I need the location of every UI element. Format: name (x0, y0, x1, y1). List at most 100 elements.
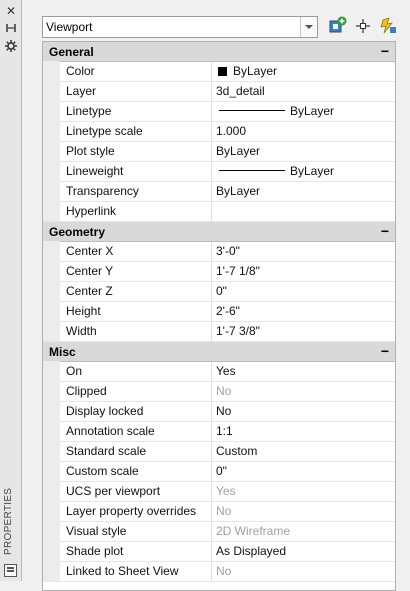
section-header-geometry[interactable]: Geometry − (43, 222, 395, 242)
property-value: ByLayer (290, 104, 335, 118)
property-name: Hyperlink (60, 202, 212, 221)
property-value: ByLayer (290, 164, 335, 178)
property-name: Center X (60, 242, 212, 261)
property-value-cell[interactable]: ByLayer (213, 102, 395, 121)
property-row-linked-to-sheet-view[interactable]: Linked to Sheet View No (43, 561, 395, 582)
property-row-display-locked[interactable]: Display locked No (43, 401, 395, 422)
property-row-standard-scale[interactable]: Standard scale Custom (43, 441, 395, 462)
property-value[interactable]: As Displayed (213, 542, 395, 561)
property-name: Height (60, 302, 212, 321)
property-row-center-x[interactable]: Center X 3'-0" (43, 241, 395, 262)
quick-select-icon[interactable] (378, 16, 398, 36)
property-value: No (216, 564, 232, 578)
property-row-linetype-scale[interactable]: Linetype scale 1.000 (43, 121, 395, 142)
property-row-color[interactable]: Color ByLayer (43, 61, 395, 82)
property-name: Custom scale (60, 462, 212, 481)
properties-panel: Viewport General − Color ByLayer Layer 3… (36, 10, 398, 591)
property-value[interactable]: ByLayer (213, 182, 395, 201)
section-header-misc[interactable]: Misc − (43, 342, 395, 362)
property-value: No (216, 504, 232, 518)
property-row-shade-plot[interactable]: Shade plot As Displayed (43, 541, 395, 562)
section-title-geometry: Geometry (49, 225, 106, 239)
section-header-general[interactable]: General − (43, 42, 395, 62)
property-row-lineweight[interactable]: Lineweight ByLayer (43, 161, 395, 182)
linetype-sample-icon (219, 110, 285, 111)
property-value[interactable]: 1'-7 1/8" (213, 262, 395, 281)
property-grid: General − Color ByLayer Layer 3d_detail … (42, 41, 396, 591)
property-name: On (60, 362, 212, 381)
property-value[interactable]: 0" (213, 462, 395, 481)
property-value[interactable]: Custom (213, 442, 395, 461)
property-name: Visual style (60, 522, 212, 541)
property-name: Lineweight (60, 162, 212, 181)
property-row-hyperlink[interactable]: Hyperlink (43, 201, 395, 222)
property-value: Yes (216, 484, 236, 498)
property-value: No (216, 384, 232, 398)
property-name: Standard scale (60, 442, 212, 461)
property-row-linetype[interactable]: Linetype ByLayer (43, 101, 395, 122)
property-value[interactable]: No (213, 402, 395, 421)
property-value[interactable]: 1'-7 3/8" (213, 322, 395, 341)
property-value[interactable]: 0" (213, 282, 395, 301)
property-row-center-y[interactable]: Center Y 1'-7 1/8" (43, 261, 395, 282)
collapse-general-button[interactable]: − (381, 43, 389, 59)
property-name: Linetype (60, 102, 212, 121)
close-icon[interactable]: ✕ (3, 4, 19, 18)
property-name: Color (60, 62, 212, 81)
color-swatch-icon (218, 67, 227, 76)
property-row-clipped[interactable]: Clipped No (43, 381, 395, 402)
property-value-cell[interactable]: ByLayer (213, 62, 395, 81)
property-value-cell[interactable]: ByLayer (213, 162, 395, 181)
property-value[interactable]: Yes (213, 362, 395, 381)
property-row-layer[interactable]: Layer 3d_detail (43, 81, 395, 102)
property-name: Transparency (60, 182, 212, 201)
property-row-visual-style[interactable]: Visual style 2D Wireframe (43, 521, 395, 542)
property-value[interactable]: 2'-6" (213, 302, 395, 321)
property-name: Plot style (60, 142, 212, 161)
properties-settings-icon[interactable] (3, 40, 19, 54)
property-value[interactable]: 3d_detail (213, 82, 395, 101)
section-title-general: General (49, 45, 94, 59)
property-value[interactable]: 1.000 (213, 122, 395, 141)
palette-title-bar: ✕ PROPERTIES (0, 0, 22, 581)
property-name: Center Z (60, 282, 212, 301)
property-row-custom-scale[interactable]: Custom scale 0" (43, 461, 395, 482)
property-row-ucs-per-viewport[interactable]: UCS per viewport Yes (43, 481, 395, 502)
property-row-transparency[interactable]: Transparency ByLayer (43, 181, 395, 202)
toggle-pickadd-icon[interactable] (328, 16, 348, 36)
property-name: UCS per viewport (60, 482, 212, 501)
property-row-on[interactable]: On Yes (43, 361, 395, 382)
property-name: Linetype scale (60, 122, 212, 141)
property-name: Shade plot (60, 542, 212, 561)
property-row-center-z[interactable]: Center Z 0" (43, 281, 395, 302)
property-name: Annotation scale (60, 422, 212, 441)
chevron-down-icon[interactable] (300, 17, 317, 37)
object-type-dropdown[interactable]: Viewport (42, 16, 318, 38)
object-type-value: Viewport (46, 20, 93, 34)
property-name: Layer property overrides (60, 502, 212, 521)
property-name: Clipped (60, 382, 212, 401)
property-value[interactable]: ByLayer (213, 142, 395, 161)
property-value: ByLayer (233, 64, 278, 78)
property-name: Layer (60, 82, 212, 101)
property-name: Center Y (60, 262, 212, 281)
property-name: Width (60, 322, 212, 341)
collapse-misc-button[interactable]: − (381, 343, 389, 359)
property-value[interactable]: 3'-0" (213, 242, 395, 261)
select-objects-icon[interactable] (353, 16, 373, 36)
palette-menu-icon[interactable] (4, 564, 17, 577)
property-value: 2D Wireframe (216, 524, 291, 538)
property-row-height[interactable]: Height 2'-6" (43, 301, 395, 322)
property-row-layer-property-overrides[interactable]: Layer property overrides No (43, 501, 395, 522)
property-row-annotation-scale[interactable]: Annotation scale 1:1 (43, 421, 395, 442)
palette-vertical-title: PROPERTIES (3, 487, 14, 555)
property-name: Display locked (60, 402, 212, 421)
auto-hide-icon[interactable] (3, 22, 19, 36)
property-name: Linked to Sheet View (60, 562, 212, 581)
property-value[interactable]: 1:1 (213, 422, 395, 441)
property-value[interactable] (213, 202, 395, 221)
property-row-plot-style[interactable]: Plot style ByLayer (43, 141, 395, 162)
collapse-geometry-button[interactable]: − (381, 223, 389, 239)
lineweight-sample-icon (219, 170, 285, 171)
property-row-width[interactable]: Width 1'-7 3/8" (43, 321, 395, 342)
